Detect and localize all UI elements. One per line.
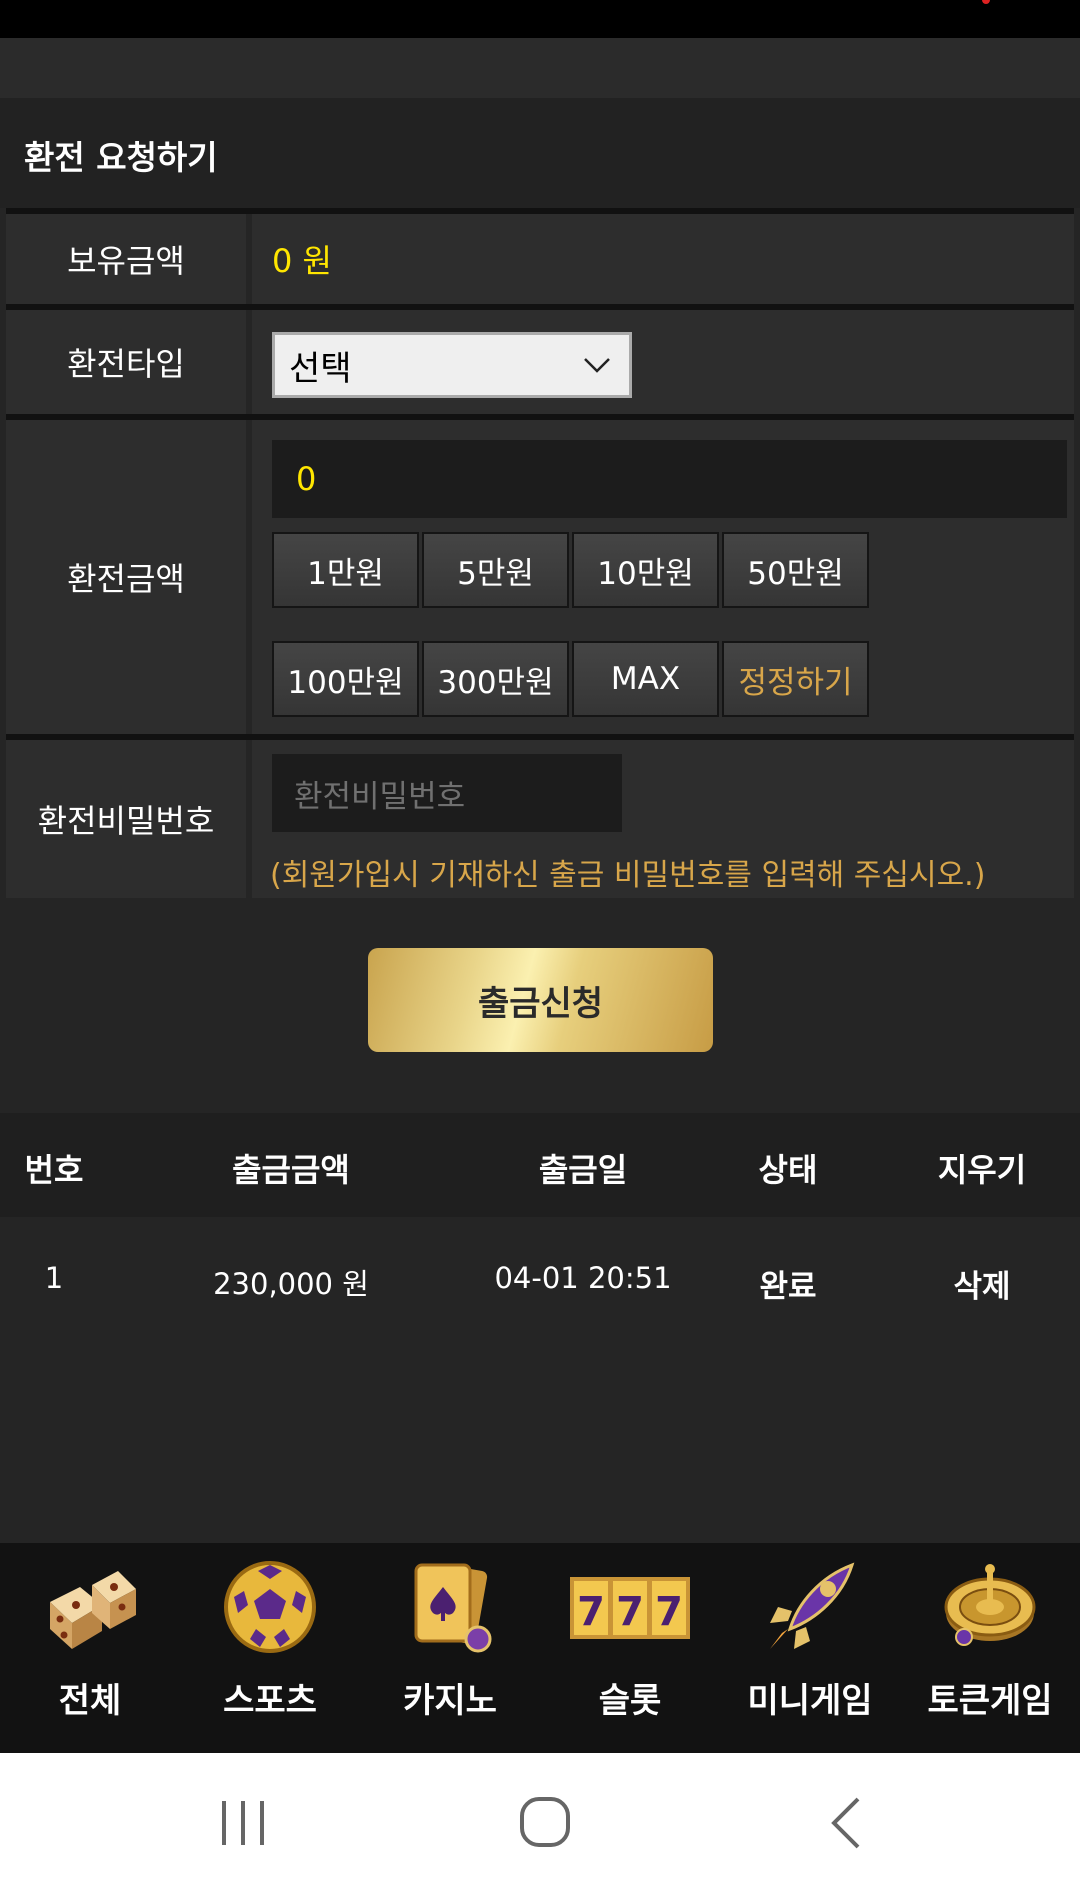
amount-button-100k[interactable]: 10만원 [572, 532, 719, 608]
soccer-ball-icon [224, 1561, 316, 1653]
roulette-icon [944, 1564, 1036, 1646]
nav-label-all: 전체 [58, 1681, 122, 1721]
amount-button-1m[interactable]: 100만원 [272, 641, 419, 717]
history-table-header: 번호 출금금액 출금일 상태 지우기 [0, 1113, 1080, 1217]
cell-date: 04-01 20:51 [494, 1261, 672, 1295]
amount-input[interactable]: 0 [272, 440, 1067, 518]
nav-item-all[interactable]: 전체 [0, 1543, 180, 1753]
withdraw-submit-button[interactable]: 출금신청 [368, 948, 713, 1052]
recent-apps-icon[interactable] [216, 1797, 270, 1849]
playing-cards-icon [414, 1563, 492, 1653]
svg-text:7: 7 [616, 1589, 644, 1635]
nav-item-casino[interactable]: 카지노 [360, 1543, 540, 1753]
col-header-date: 출금일 [538, 1151, 628, 1189]
balance-row: 보유금액 0 원 [6, 208, 1074, 304]
home-icon[interactable] [518, 1795, 574, 1851]
col-header-amount: 출금금액 [232, 1151, 350, 1189]
system-nav-bar [0, 1753, 1080, 1896]
nav-label-token-game: 토큰게임 [927, 1681, 1053, 1721]
svg-text:7: 7 [577, 1589, 605, 1635]
nav-item-minigame[interactable]: 미니게임 [720, 1543, 900, 1753]
amount-reset-button[interactable]: 정정하기 [722, 641, 869, 717]
amount-button-500k[interactable]: 50만원 [722, 532, 869, 608]
bottom-nav: 전체 스포츠 카지노 7 7 7 슬롯 미니게임 토큰게임 [0, 1543, 1080, 1753]
amount-label: 환전금액 [6, 420, 246, 734]
password-label: 환전비밀번호 [6, 740, 246, 898]
nav-item-slot[interactable]: 7 7 7 슬롯 [540, 1543, 720, 1753]
status-bar [0, 0, 1080, 38]
amount-button-3m[interactable]: 300만원 [422, 641, 569, 717]
svg-text:7: 7 [655, 1589, 683, 1635]
password-cell: 환전비밀번호 (회원가입시 기재하신 출금 비밀번호를 입력해 주십시오.) [252, 740, 1074, 898]
section-title: 환전 요청하기 [24, 138, 218, 177]
cell-number: 1 [44, 1261, 64, 1295]
back-icon[interactable] [826, 1795, 870, 1851]
nav-label-slot: 슬롯 [598, 1681, 662, 1721]
col-header-delete: 지우기 [937, 1151, 1027, 1189]
slot-777-icon: 7 7 7 [570, 1577, 690, 1639]
nav-item-token-game[interactable]: 토큰게임 [900, 1543, 1080, 1753]
cell-status: 완료 [759, 1269, 817, 1305]
amount-button-50k[interactable]: 5만원 [422, 532, 569, 608]
chevron-down-icon [584, 358, 610, 373]
amount-cell: 0 1만원 5만원 10만원 50만원 100만원 300만원 MAX 정정하기 [252, 420, 1074, 734]
dice-icon [50, 1571, 136, 1649]
exchange-type-selected: 선택 [289, 348, 352, 389]
exchange-type-cell: 선택 [252, 310, 1074, 414]
balance-cell: 0 원 [252, 214, 1074, 304]
password-hint: (회원가입시 기재하신 출금 비밀번호를 입력해 주십시오.) [270, 858, 986, 893]
amount-row: 환전금액 0 1만원 5만원 10만원 50만원 100만원 300만원 MAX… [6, 414, 1074, 734]
delete-button[interactable]: 삭제 [953, 1261, 1010, 1306]
rocket-icon [770, 1562, 855, 1649]
nav-item-sports[interactable]: 스포츠 [180, 1543, 360, 1753]
balance-value: 0 원 [272, 242, 332, 280]
balance-label: 보유금액 [6, 214, 246, 304]
cell-amount: 230,000 원 [213, 1267, 369, 1301]
nav-label-casino: 카지노 [403, 1681, 497, 1721]
col-header-status: 상태 [758, 1151, 818, 1189]
nav-label-minigame: 미니게임 [747, 1681, 873, 1721]
amount-button-10k[interactable]: 1만원 [272, 532, 419, 608]
exchange-type-label: 환전타입 [6, 310, 246, 414]
amount-button-max[interactable]: MAX [572, 641, 719, 717]
col-header-number: 번호 [24, 1151, 84, 1189]
password-row: 환전비밀번호 환전비밀번호 (회원가입시 기재하신 출금 비밀번호를 입력해 주… [6, 734, 1074, 898]
history-table-body: 1 230,000 원 04-01 20:51 완료 삭제 [0, 1217, 1080, 1543]
password-input[interactable]: 환전비밀번호 [272, 754, 622, 832]
exchange-type-select[interactable]: 선택 [272, 332, 632, 398]
top-strip [0, 38, 1080, 98]
exchange-type-row: 환전타입 선택 [6, 304, 1074, 414]
status-indicator [982, 0, 990, 4]
nav-label-sports: 스포츠 [223, 1681, 317, 1721]
